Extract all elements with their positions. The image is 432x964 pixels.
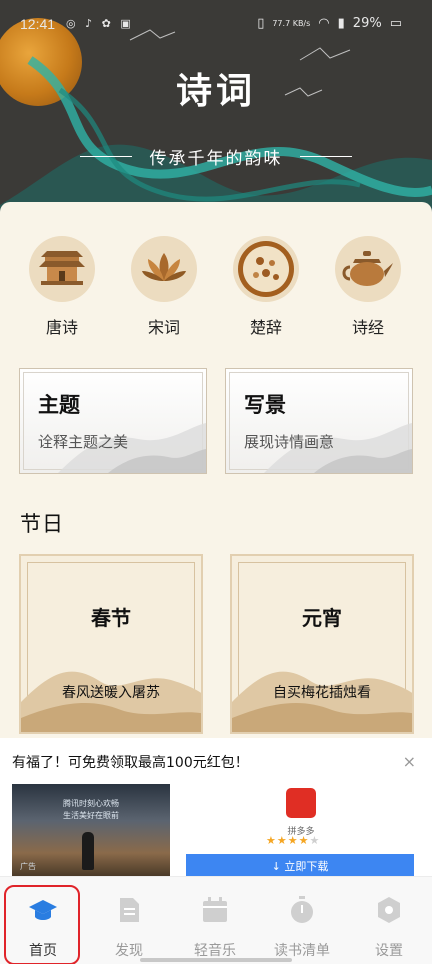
stopwatch-icon [291, 896, 313, 923]
card-desc: 诠释主题之美 [38, 433, 129, 451]
tab-label: 读书清单 [274, 943, 330, 959]
sim-icon: ▮ [337, 16, 345, 31]
download-label: 立即下载 [284, 860, 329, 873]
tab-home[interactable]: 首页 [0, 877, 86, 964]
card-desc: 展现诗情画意 [244, 433, 335, 451]
network-speed: 77.7 KB/s [272, 18, 311, 28]
person-silhouette [82, 832, 94, 870]
festival-card-lantern[interactable]: 元宵 自买梅花插烛看 [230, 554, 414, 734]
tab-label: 首页 [29, 943, 57, 959]
ad-image-caption: 腾讯时刻心欢畅 [63, 799, 119, 808]
tab-label: 轻音乐 [194, 943, 236, 959]
tab-label: 发现 [115, 943, 143, 959]
app-logo-icon [286, 788, 316, 818]
tab-light-music[interactable]: 轻音乐 [172, 877, 258, 964]
hero-subtitle-row: 传承千年的韵味 [80, 144, 352, 169]
festival-desc: 春风送暖入屠苏 [62, 685, 160, 701]
category-label: 诗经 [351, 318, 384, 337]
category-label: 唐诗 [45, 318, 78, 337]
ad-text: 有福了！可免费领取最高100元红包！ [12, 755, 249, 771]
divider-line [300, 156, 352, 157]
status-bar: 12:41 ◎ ♪ ✿ ▣ ▯ 77.7 KB/s ◠ ▮ 29% ▭ [0, 0, 432, 50]
category-chuci[interactable]: 楚辞 [226, 236, 306, 338]
mountain-decoration [232, 671, 412, 732]
mountain-decoration [21, 671, 201, 732]
wifi-icon: ◠ [318, 16, 330, 31]
category-label: 楚辞 [249, 318, 282, 337]
settings-icon [378, 897, 400, 923]
hero-title: 诗词 [175, 70, 256, 112]
status-right: ▯ 77.7 KB/s ◠ ▮ 29% ▭ [257, 16, 402, 31]
category-songci[interactable]: 宋词 [124, 236, 204, 338]
ad-image[interactable]: 腾讯时刻心欢畅 生活美好在眼前 广告 [12, 784, 170, 876]
lotus-icon [131, 236, 197, 302]
tab-discover[interactable]: 发现 [86, 877, 172, 964]
bottom-tab-bar: 首页 发现 轻音乐 读书清单 设置 [0, 876, 432, 964]
calendar-icon [203, 897, 227, 922]
category-label: 宋词 [147, 318, 180, 337]
rating-stars: ★★★★★ [266, 834, 321, 847]
teapot-icon [335, 236, 401, 302]
download-button[interactable]: ↓ 立即下载 [186, 854, 414, 876]
hero-subtitle: 传承千年的韵味 [149, 149, 283, 169]
card-title: 写景 [244, 392, 286, 417]
card-title: 主题 [38, 392, 80, 417]
category-row: 唐诗 宋词 楚辞 诗经 [0, 236, 432, 338]
category-shijing[interactable]: 诗经 [328, 236, 408, 338]
tab-settings[interactable]: 设置 [346, 877, 432, 964]
section-title-festivals: 节日 [20, 512, 64, 536]
document-icon [120, 898, 139, 922]
home-indicator[interactable] [140, 958, 292, 962]
ad-tag: 广告 [20, 862, 36, 871]
notification-icons: ◎ ♪ ✿ ▣ [66, 17, 134, 30]
close-icon[interactable]: × [403, 752, 416, 771]
tab-label: 设置 [375, 943, 403, 959]
graduation-cap-icon [29, 900, 57, 920]
festival-title: 春节 [91, 606, 131, 630]
festival-title: 元宵 [302, 606, 342, 630]
status-time: 12:41 [20, 16, 56, 32]
ad-banner[interactable]: 有福了！可免费领取最高100元红包！ × 腾讯时刻心欢畅 生活美好在眼前 广告 … [0, 738, 432, 876]
main-panel: 唐诗 宋词 楚辞 诗经 主题 诠释主题之美 写景 展现诗情画意 节日 春节 春风… [0, 202, 432, 762]
festival-card-spring[interactable]: 春节 春风送暖入屠苏 [19, 554, 203, 734]
topic-card-scenery[interactable]: 写景 展现诗情画意 [225, 368, 413, 474]
battery-text: 29% [352, 16, 382, 31]
vibrate-icon: ▯ [257, 16, 265, 31]
tab-reading-list[interactable]: 读书清单 [259, 877, 345, 964]
plate-icon [233, 236, 299, 302]
pagoda-icon [29, 236, 95, 302]
category-tangshi[interactable]: 唐诗 [22, 236, 102, 338]
divider-line [80, 156, 132, 157]
battery-icon: ▭ [389, 16, 402, 31]
topic-card-theme[interactable]: 主题 诠释主题之美 [19, 368, 207, 474]
hero-banner: 12:41 ◎ ♪ ✿ ▣ ▯ 77.7 KB/s ◠ ▮ 29% ▭ 诗词 传… [0, 0, 432, 215]
festival-desc: 自买梅花插烛看 [273, 685, 371, 701]
ad-image-caption: 生活美好在眼前 [63, 811, 119, 820]
